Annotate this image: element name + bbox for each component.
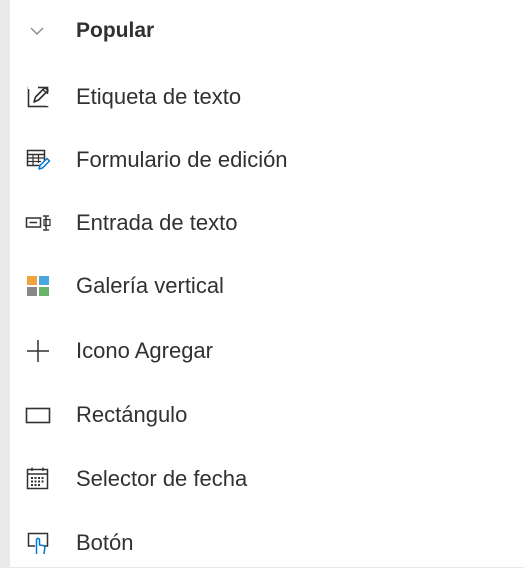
control-item-label: Rectángulo: [76, 402, 188, 427]
control-item-label: Etiqueta de texto: [76, 84, 242, 109]
control-item-button[interactable]: Botón: [10, 518, 524, 568]
insert-panel: Popular Etiqueta de texto Formulario de …: [10, 0, 524, 567]
add-plus-icon: [27, 340, 49, 362]
control-item-label: Icono Agregar: [76, 338, 213, 363]
text-input-icon: [25, 215, 51, 231]
button-touch-icon: [27, 532, 49, 555]
control-item-vertical-gallery[interactable]: Galería vertical: [10, 261, 524, 311]
edit-pencil-icon: [27, 86, 49, 108]
edit-form-icon: [26, 149, 51, 170]
control-item-edit-form[interactable]: Formulario de edición: [10, 135, 524, 185]
control-item-add-icon[interactable]: Icono Agregar: [10, 326, 524, 376]
control-item-label: Entrada de texto: [76, 210, 238, 235]
control-item-text-label[interactable]: Etiqueta de texto: [10, 72, 524, 122]
control-item-text-input[interactable]: Entrada de texto: [10, 198, 524, 248]
calendar-icon: [26, 467, 49, 490]
control-item-label: Selector de fecha: [76, 466, 248, 491]
control-item-date-picker[interactable]: Selector de fecha: [10, 454, 524, 504]
control-item-label: Galería vertical: [76, 273, 224, 298]
control-item-label: Formulario de edición: [76, 147, 288, 172]
section-header-popular[interactable]: Popular: [10, 8, 524, 52]
control-item-rectangle[interactable]: Rectángulo: [10, 390, 524, 440]
chevron-down-icon[interactable]: [28, 22, 46, 40]
section-title: Popular: [76, 19, 155, 42]
vertical-gallery-icon: [27, 276, 49, 296]
control-item-label: Botón: [76, 530, 134, 555]
rectangle-icon: [25, 407, 51, 424]
